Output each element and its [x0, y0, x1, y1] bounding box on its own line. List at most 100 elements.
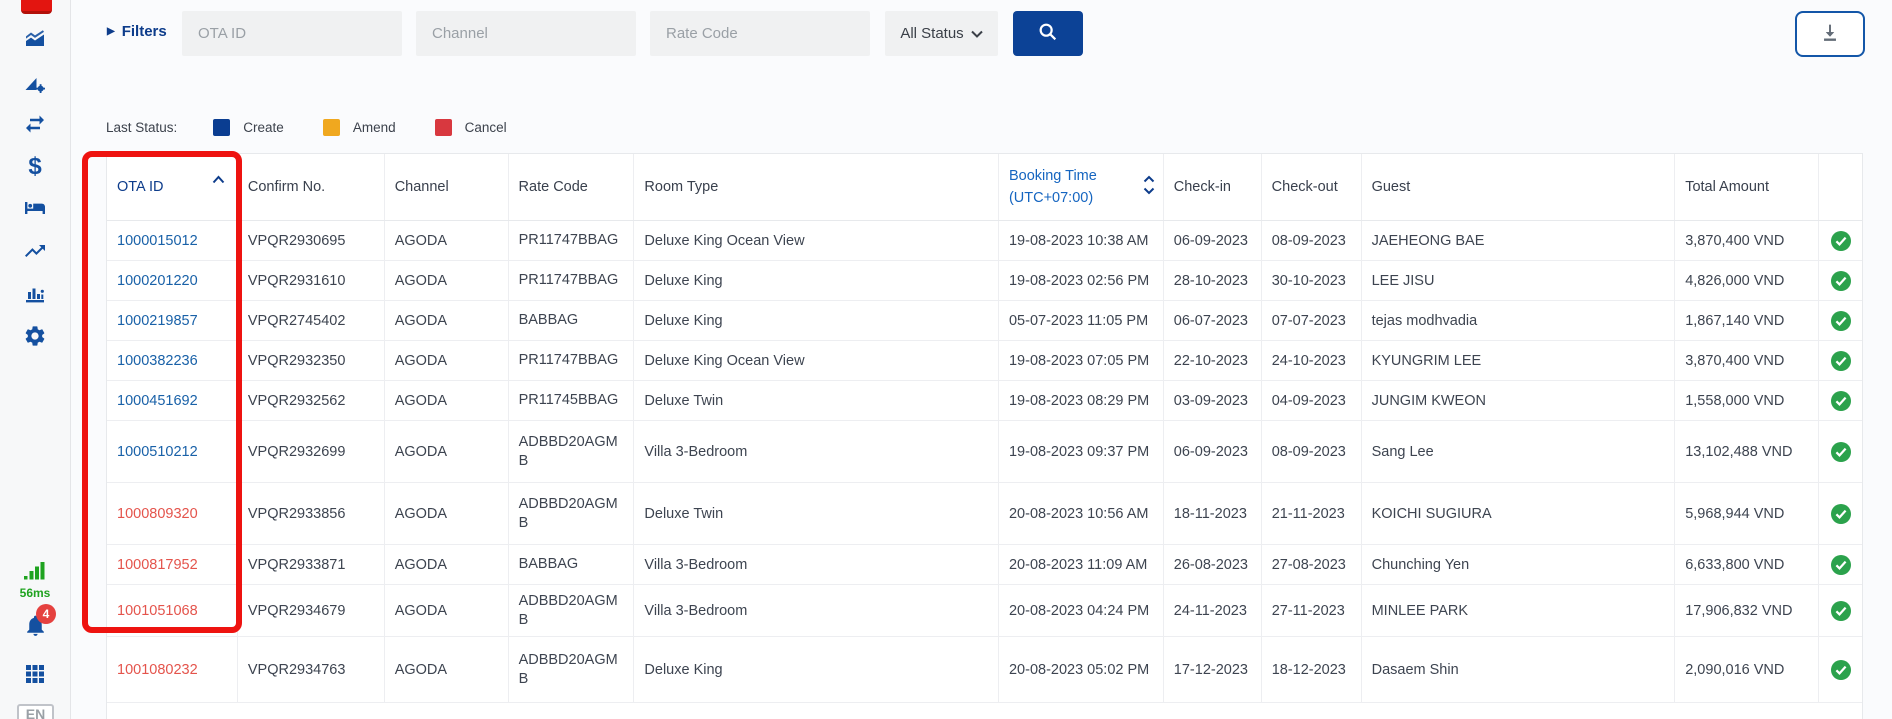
status-dropdown-value: All Status — [900, 25, 963, 42]
cell-rate-code: BABBAG — [519, 555, 579, 574]
cell-channel: AGODA — [395, 393, 447, 409]
cell-ota-id[interactable]: 1000219857 — [117, 313, 198, 329]
cell-check-in: 06-07-2023 — [1174, 313, 1248, 329]
sidebar-item-settings[interactable] — [0, 324, 70, 348]
language-selector[interactable]: EN — [17, 704, 54, 719]
download-button[interactable] — [1795, 11, 1865, 57]
status-success-icon — [1819, 545, 1862, 584]
trending-up-icon — [23, 239, 47, 263]
cell-ota-id[interactable]: 1000817952 — [117, 557, 198, 573]
legend-cancel-label: Cancel — [465, 120, 507, 135]
cell-ota-id[interactable]: 1000015012 — [117, 233, 198, 249]
booking-time-label: Booking Time — [1009, 168, 1097, 184]
status-success-icon — [1819, 421, 1862, 482]
app-logo[interactable] — [21, 0, 52, 14]
table-row: 1000015012VPQR2930695AGODAPR11747BBAGDel… — [107, 221, 1862, 261]
cell-ota-id[interactable]: 1000809320 — [117, 506, 198, 522]
cell-guest: JUNGIM KWEON — [1372, 393, 1486, 409]
cell-check-out: 27-11-2023 — [1272, 603, 1345, 619]
col-header-check-out: Check-out — [1262, 154, 1362, 220]
ota-id-input[interactable] — [182, 11, 402, 56]
cell-booking-time: 20-08-2023 11:09 AM — [1009, 557, 1147, 573]
cell-booking-time: 20-08-2023 05:02 PM — [1009, 662, 1149, 678]
col-header-rate-code: Rate Code — [509, 154, 635, 220]
legend-create-label: Create — [243, 120, 284, 135]
sort-ascending-icon — [212, 172, 225, 188]
status-dropdown[interactable]: All Status — [885, 11, 998, 56]
sidebar-item-apps[interactable] — [0, 662, 70, 686]
cell-room-type: Deluxe King — [644, 313, 722, 329]
sidebar-item-dashboard[interactable] — [0, 28, 70, 52]
sidebar-item-rooms[interactable] — [0, 196, 70, 220]
latency-value: 56ms — [0, 586, 70, 600]
cell-room-type: Deluxe King Ocean View — [644, 353, 804, 369]
col-header-booking-time[interactable]: Booking Time (UTC+07:00) — [999, 154, 1164, 220]
cell-confirm-no: VPQR2933871 — [248, 557, 346, 573]
sidebar-item-notifications[interactable] — [0, 613, 70, 638]
cell-rate-code: ADBBD20AGMB — [519, 495, 623, 533]
cell-check-in: 26-08-2023 — [1174, 557, 1248, 573]
signal-bars-icon — [22, 556, 48, 582]
cell-confirm-no: VPQR2933856 — [248, 506, 346, 522]
cell-check-in: 22-10-2023 — [1174, 353, 1248, 369]
cell-ota-id[interactable]: 1001080232 — [117, 662, 198, 678]
legend-item-cancel: Cancel — [435, 119, 507, 136]
cell-check-out: 24-10-2023 — [1272, 353, 1346, 369]
cell-booking-time: 19-08-2023 08:29 PM — [1009, 393, 1149, 409]
cell-total-amount: 2,090,016 VND — [1685, 662, 1784, 678]
sidebar-item-transactions[interactable] — [0, 112, 70, 136]
search-button[interactable] — [1013, 11, 1083, 56]
cell-booking-time: 20-08-2023 04:24 PM — [1009, 603, 1149, 619]
cell-check-out: 18-12-2023 — [1272, 662, 1346, 678]
cell-channel: AGODA — [395, 353, 447, 369]
status-success-icon — [1819, 221, 1862, 260]
cell-check-out: 27-08-2023 — [1272, 557, 1346, 573]
table-row: 1000510212VPQR2932699AGODAADBBD20AGMBVil… — [107, 421, 1862, 483]
cell-channel: AGODA — [395, 506, 447, 522]
filters-toggle[interactable]: ▶ Filters — [107, 23, 167, 40]
area-chart-icon — [23, 28, 47, 52]
apps-grid-icon — [23, 662, 47, 686]
chevron-down-icon — [971, 25, 983, 42]
cell-guest: LEE JISU — [1372, 273, 1435, 289]
cell-room-type: Deluxe King Ocean View — [644, 233, 804, 249]
sidebar-item-statistics[interactable] — [0, 281, 70, 305]
cell-check-out: 21-11-2023 — [1272, 506, 1345, 522]
bed-icon — [22, 196, 48, 220]
col-header-confirm-no: Confirm No. — [238, 154, 385, 220]
cell-rate-code: ADBBD20AGMB — [519, 592, 623, 630]
table-row: 1001051068VPQR2934679AGODAADBBD20AGMBVil… — [107, 585, 1862, 637]
cell-ota-id[interactable]: 1000382236 — [117, 353, 198, 369]
cell-channel: AGODA — [395, 557, 447, 573]
cell-check-out: 08-09-2023 — [1272, 444, 1346, 460]
cell-total-amount: 5,968,944 VND — [1685, 506, 1784, 522]
sidebar-item-reports[interactable] — [0, 72, 70, 96]
cell-check-in: 17-12-2023 — [1174, 662, 1248, 678]
cell-rate-code: PR11747BBAG — [519, 351, 619, 370]
channel-input[interactable] — [416, 11, 636, 56]
col-header-guest: Guest — [1362, 154, 1676, 220]
cell-room-type: Villa 3-Bedroom — [644, 603, 747, 619]
sidebar-item-trends[interactable] — [0, 239, 70, 263]
bar-chart-icon — [23, 281, 47, 305]
cell-total-amount: 1,558,000 VND — [1685, 393, 1784, 409]
cell-total-amount: 1,867,140 VND — [1685, 313, 1784, 329]
cell-ota-id[interactable]: 1000201220 — [117, 273, 198, 289]
cell-ota-id[interactable]: 1000451692 — [117, 393, 198, 409]
cell-ota-id[interactable]: 1001051068 — [117, 603, 198, 619]
rate-code-input[interactable] — [650, 11, 870, 56]
cell-booking-time: 05-07-2023 11:05 PM — [1009, 313, 1148, 329]
cell-ota-id[interactable]: 1000510212 — [117, 444, 198, 460]
status-success-icon — [1819, 483, 1862, 544]
cell-check-in: 18-11-2023 — [1174, 506, 1247, 522]
col-header-ota-id[interactable]: OTA ID — [107, 154, 238, 220]
cell-check-out: 04-09-2023 — [1272, 393, 1346, 409]
cell-rate-code: PR11747BBAG — [519, 231, 619, 250]
expand-triangle-icon: ▶ — [107, 26, 115, 37]
col-header-check-in: Check-in — [1164, 154, 1262, 220]
cell-check-in: 06-09-2023 — [1174, 444, 1248, 460]
cell-check-out: 30-10-2023 — [1272, 273, 1346, 289]
cell-channel: AGODA — [395, 444, 447, 460]
cell-rate-code: BABBAG — [519, 311, 579, 330]
sidebar-item-revenue[interactable]: $ — [0, 153, 70, 181]
